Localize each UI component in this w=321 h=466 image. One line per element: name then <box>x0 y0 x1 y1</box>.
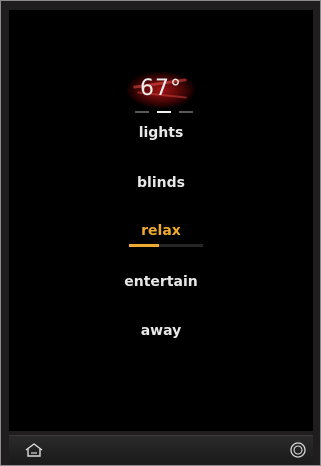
page-indicator <box>135 111 195 114</box>
scene-level-fill <box>129 244 159 247</box>
page-dot-2[interactable] <box>157 111 171 113</box>
tablet-device: 67° lights blinds relax entertain away <box>0 0 321 466</box>
scene-blinds[interactable]: blinds <box>69 175 253 191</box>
scene-lights[interactable]: lights <box>69 125 253 141</box>
power-icon <box>290 442 306 458</box>
home-button[interactable] <box>23 440 45 460</box>
scene-relax[interactable]: relax <box>69 223 253 239</box>
power-button[interactable] <box>289 441 307 459</box>
bottom-bar <box>9 435 313 464</box>
page-dot-3[interactable] <box>179 111 193 113</box>
scene-away[interactable]: away <box>69 323 253 339</box>
home-icon <box>25 443 43 457</box>
scene-level-track <box>129 244 203 247</box>
page-dot-1[interactable] <box>135 111 149 113</box>
screen: 67° lights blinds relax entertain away <box>9 10 313 431</box>
scene-entertain[interactable]: entertain <box>69 274 253 290</box>
temperature-readout[interactable]: 67° <box>127 76 195 101</box>
